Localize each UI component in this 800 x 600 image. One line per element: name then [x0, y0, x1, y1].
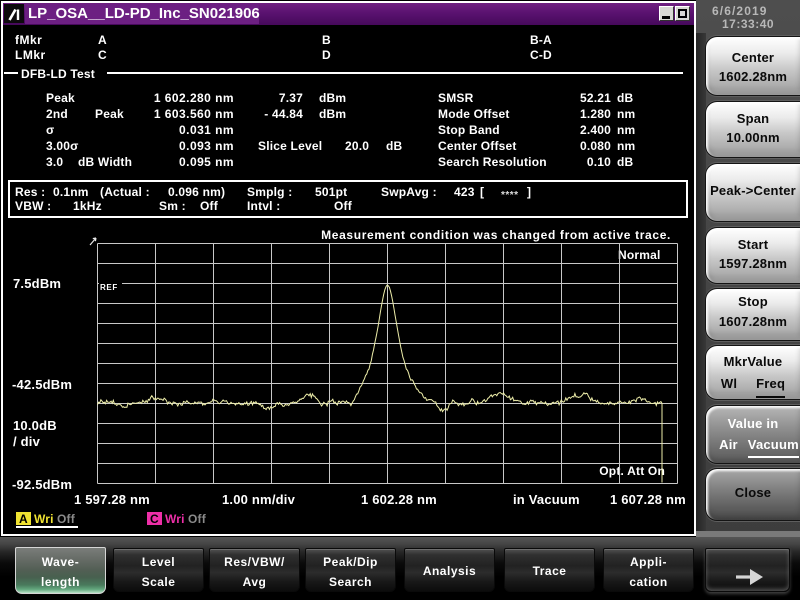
- svg-text:REF: REF: [100, 283, 118, 292]
